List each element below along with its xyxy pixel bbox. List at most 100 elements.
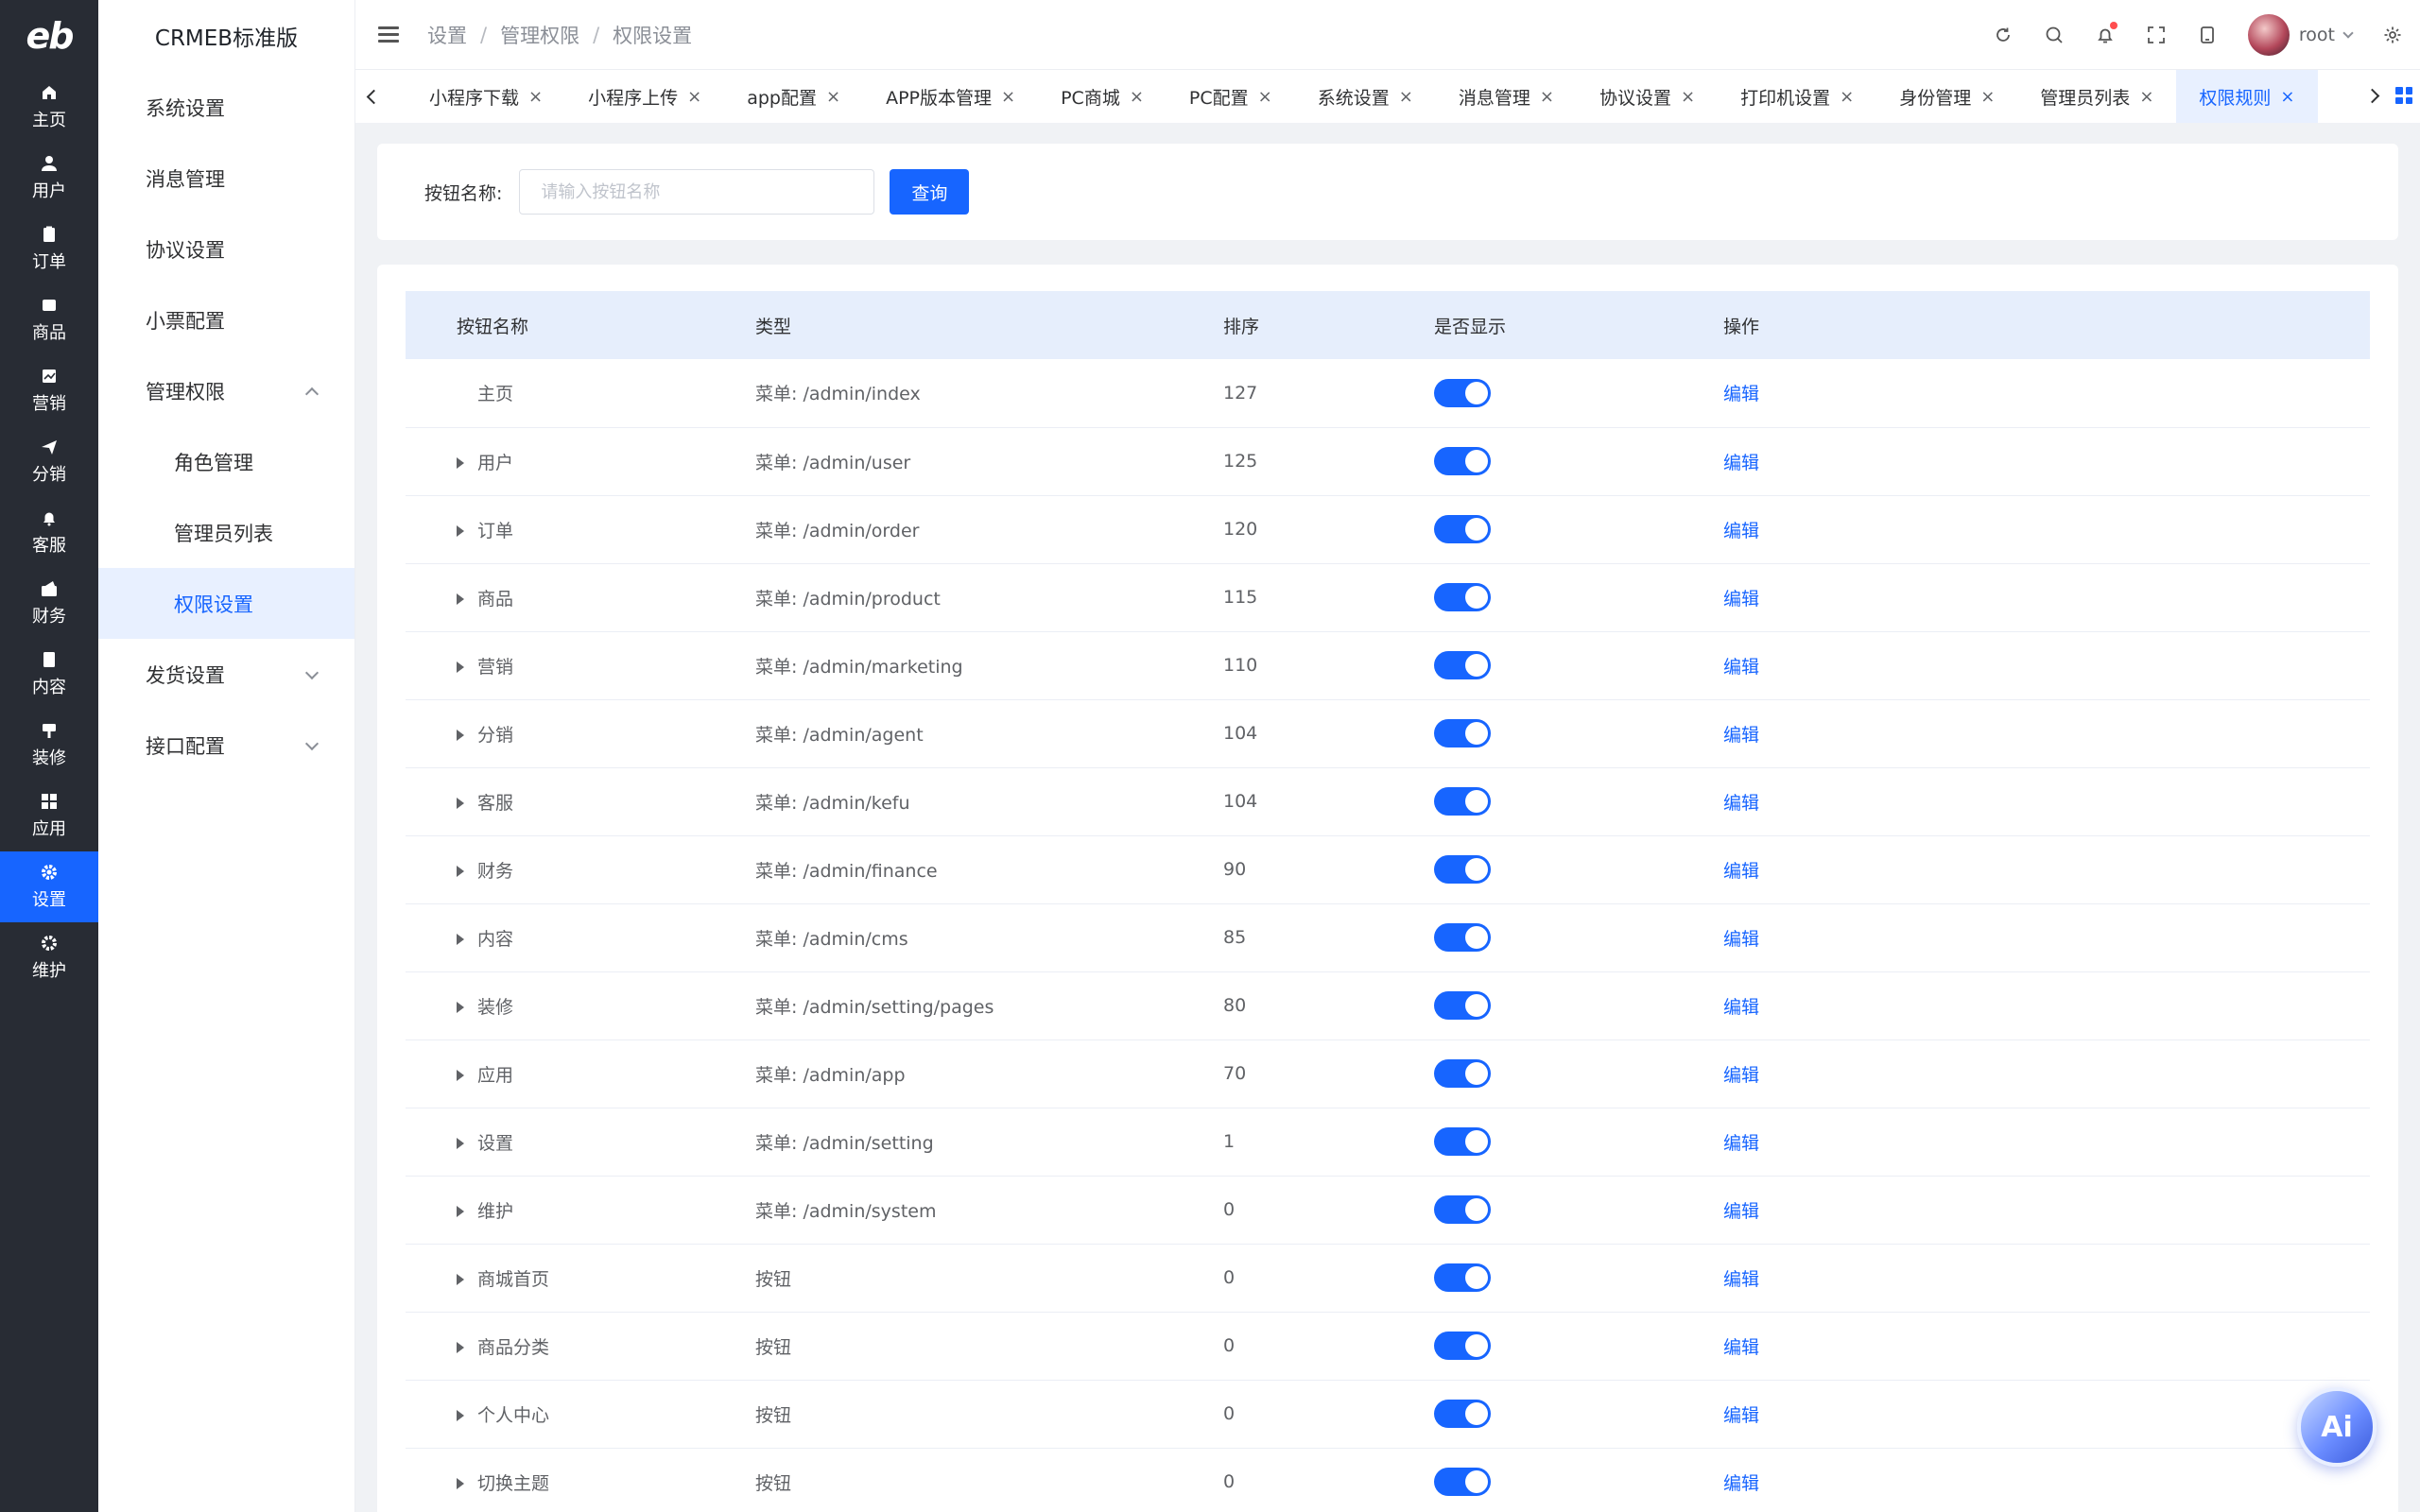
sidebar-item-3[interactable]: 小票配置 (98, 284, 354, 355)
edit-link[interactable]: 编辑 (1723, 1405, 1759, 1426)
tab-8[interactable]: 协议设置 × (1577, 70, 1718, 123)
tabs-scroll-left-icon[interactable] (363, 89, 384, 104)
sidebar-item-5[interactable]: 角色管理 (98, 426, 354, 497)
close-icon[interactable]: × (2280, 87, 2294, 107)
rail-item-2[interactable]: 订单 (0, 214, 98, 284)
bell-icon[interactable] (2095, 22, 2118, 45)
visible-toggle[interactable] (1434, 923, 1491, 952)
edit-link[interactable]: 编辑 (1723, 1201, 1759, 1222)
close-icon[interactable]: × (1980, 87, 1995, 107)
gear-icon[interactable] (2382, 25, 2403, 45)
ai-assistant-button[interactable]: Ai (2297, 1387, 2377, 1467)
rail-item-4[interactable]: 营销 (0, 355, 98, 426)
visible-toggle[interactable] (1434, 583, 1491, 611)
visible-toggle[interactable] (1434, 1468, 1491, 1496)
visible-toggle[interactable] (1434, 1332, 1491, 1360)
expand-arrow-icon[interactable] (457, 730, 464, 741)
sidebar-item-9[interactable]: 接口配置 (98, 710, 354, 781)
visible-toggle[interactable] (1434, 787, 1491, 816)
edit-link[interactable]: 编辑 (1723, 997, 1759, 1018)
rail-item-9[interactable]: 装修 (0, 710, 98, 781)
rail-item-0[interactable]: 主页 (0, 72, 98, 143)
visible-toggle[interactable] (1434, 515, 1491, 543)
expand-arrow-icon[interactable] (457, 662, 464, 673)
close-icon[interactable]: × (1840, 87, 1854, 107)
sidebar-item-6[interactable]: 管理员列表 (98, 497, 354, 568)
search-button[interactable]: 查询 (890, 169, 970, 215)
close-icon[interactable]: × (1540, 87, 1554, 107)
edit-link[interactable]: 编辑 (1723, 1473, 1759, 1494)
close-icon[interactable]: × (1681, 87, 1695, 107)
rail-item-3[interactable]: 商品 (0, 284, 98, 355)
grid-menu-icon[interactable] (2395, 87, 2412, 104)
edit-link[interactable]: 编辑 (1723, 453, 1759, 473)
rail-item-10[interactable]: 应用 (0, 781, 98, 851)
sidebar-item-1[interactable]: 消息管理 (98, 143, 354, 214)
tab-4[interactable]: PC商城 × (1038, 70, 1167, 123)
expand-arrow-icon[interactable] (457, 1002, 464, 1013)
expand-arrow-icon[interactable] (457, 798, 464, 809)
edit-link[interactable]: 编辑 (1723, 793, 1759, 814)
edit-link[interactable]: 编辑 (1723, 657, 1759, 678)
expand-arrow-icon[interactable] (457, 1274, 464, 1285)
sidebar-item-0[interactable]: 系统设置 (98, 72, 354, 143)
visible-toggle[interactable] (1434, 1127, 1491, 1156)
rail-item-11[interactable]: 设置 (0, 851, 98, 922)
expand-arrow-icon[interactable] (457, 1206, 464, 1217)
visible-toggle[interactable] (1434, 1195, 1491, 1224)
tab-7[interactable]: 消息管理 × (1436, 70, 1577, 123)
sidebar-item-7[interactable]: 权限设置 (98, 568, 354, 639)
breadcrumb-item[interactable]: 管理权限 (500, 21, 579, 49)
edit-link[interactable]: 编辑 (1723, 929, 1759, 950)
tab-6[interactable]: 系统设置 × (1295, 70, 1436, 123)
search-icon[interactable] (2044, 25, 2065, 45)
close-icon[interactable]: × (1399, 87, 1413, 107)
search-input[interactable] (519, 169, 875, 215)
edit-link[interactable]: 编辑 (1723, 1133, 1759, 1154)
rail-item-1[interactable]: 用户 (0, 143, 98, 214)
close-icon[interactable]: × (826, 87, 840, 107)
visible-toggle[interactable] (1434, 1400, 1491, 1428)
fullscreen-icon[interactable] (2146, 25, 2167, 45)
edit-link[interactable]: 编辑 (1723, 1269, 1759, 1290)
expand-arrow-icon[interactable] (457, 1342, 464, 1353)
app-logo[interactable]: eb (0, 0, 98, 72)
edit-link[interactable]: 编辑 (1723, 1337, 1759, 1358)
edit-link[interactable]: 编辑 (1723, 1065, 1759, 1086)
menu-toggle-icon[interactable] (378, 26, 399, 43)
close-icon[interactable]: × (1130, 87, 1144, 107)
visible-toggle[interactable] (1434, 855, 1491, 884)
breadcrumb-item[interactable]: 设置 (427, 21, 467, 49)
user-menu[interactable]: root (2247, 14, 2354, 56)
sidebar-item-2[interactable]: 协议设置 (98, 214, 354, 284)
expand-arrow-icon[interactable] (457, 525, 464, 537)
rail-item-8[interactable]: 内容 (0, 639, 98, 710)
tabs-scroll-right-icon[interactable] (2361, 88, 2382, 104)
visible-toggle[interactable] (1434, 447, 1491, 475)
close-icon[interactable]: × (528, 87, 543, 107)
close-icon[interactable]: × (1258, 87, 1272, 107)
visible-toggle[interactable] (1434, 651, 1491, 679)
close-icon[interactable]: × (2139, 87, 2153, 107)
edit-link[interactable]: 编辑 (1723, 861, 1759, 882)
edit-link[interactable]: 编辑 (1723, 589, 1759, 610)
expand-arrow-icon[interactable] (457, 866, 464, 877)
expand-arrow-icon[interactable] (457, 1070, 464, 1081)
tab-11[interactable]: 管理员列表 × (2017, 70, 2176, 123)
expand-arrow-icon[interactable] (457, 1138, 464, 1149)
refresh-icon[interactable] (1993, 25, 2014, 45)
expand-arrow-icon[interactable] (457, 1410, 464, 1421)
visible-toggle[interactable] (1434, 991, 1491, 1020)
tab-3[interactable]: APP版本管理 × (863, 70, 1038, 123)
close-icon[interactable]: × (1001, 87, 1015, 107)
tab-9[interactable]: 打印机设置 × (1718, 70, 1876, 123)
expand-arrow-icon[interactable] (457, 593, 464, 605)
tab-5[interactable]: PC配置 × (1167, 70, 1295, 123)
expand-arrow-icon[interactable] (457, 457, 464, 469)
expand-arrow-icon[interactable] (457, 934, 464, 945)
rail-item-7[interactable]: 财务 (0, 568, 98, 639)
tab-0[interactable]: 小程序下载 × (406, 70, 565, 123)
tab-2[interactable]: app配置 × (724, 70, 863, 123)
edit-link[interactable]: 编辑 (1723, 725, 1759, 746)
visible-toggle[interactable] (1434, 1059, 1491, 1088)
